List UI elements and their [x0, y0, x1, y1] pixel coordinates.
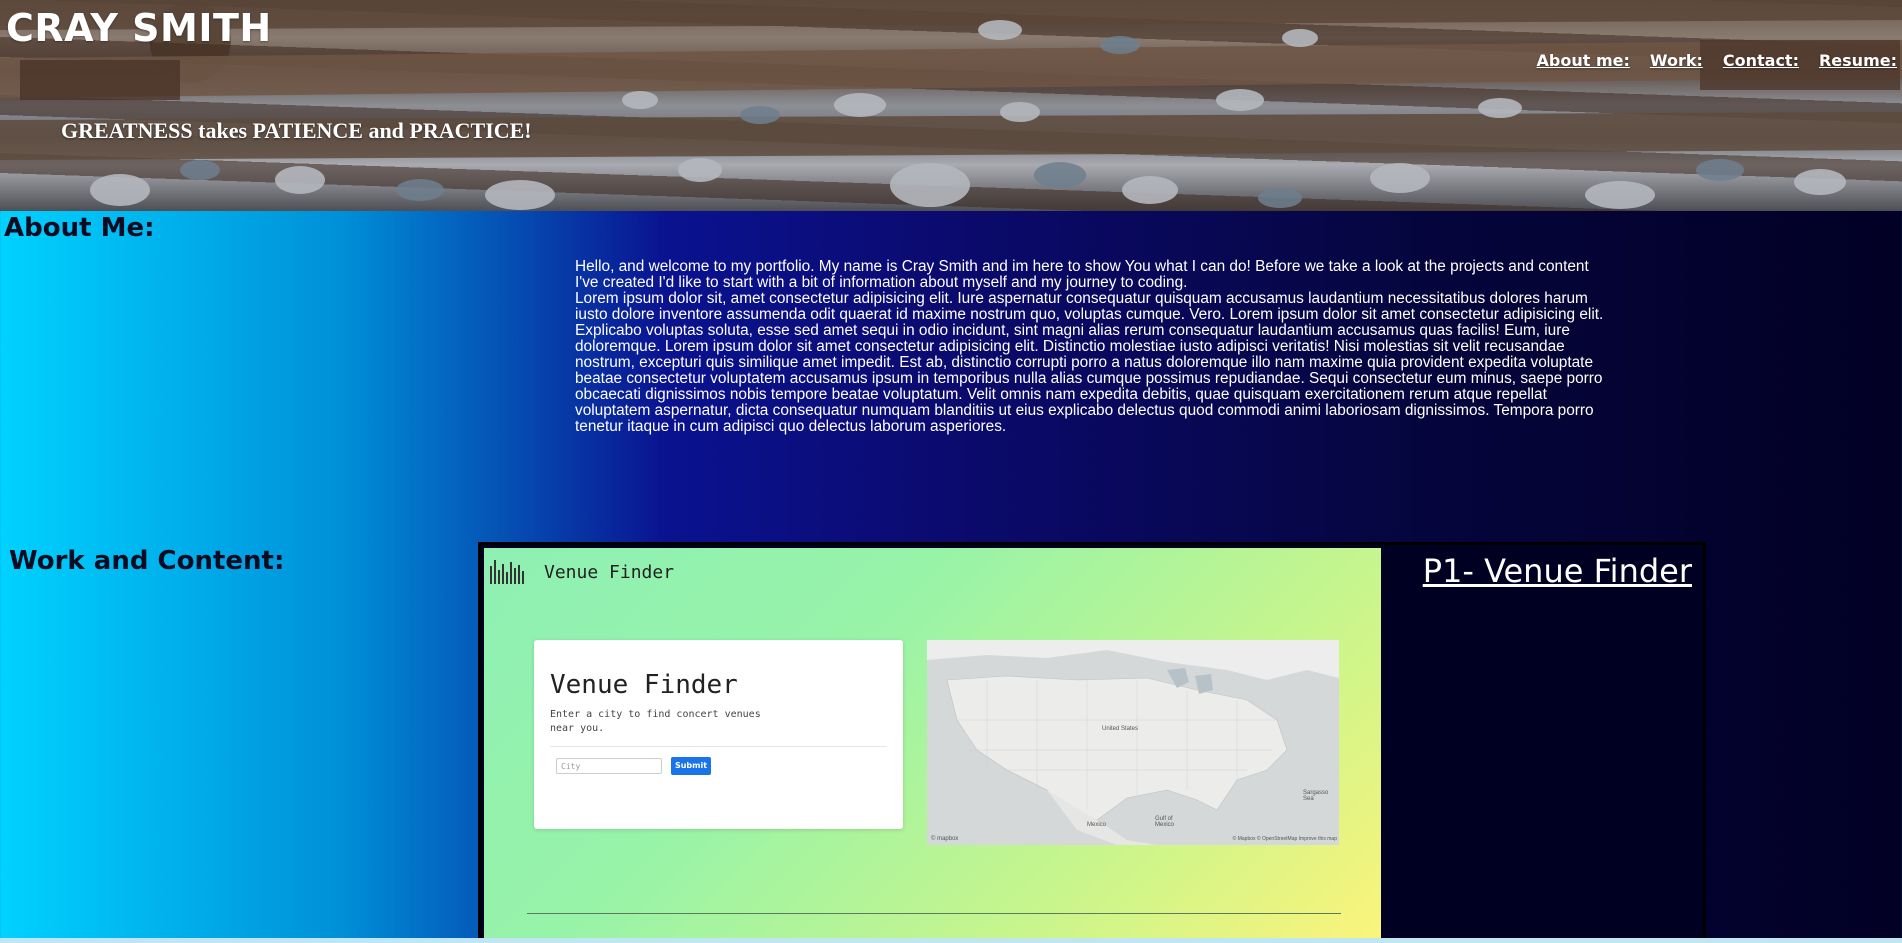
map-label-gulf: Gulf of Mexico: [1155, 816, 1175, 828]
venue-card-divider: [550, 746, 887, 747]
venue-finder-brand: Venue Finder: [544, 562, 675, 583]
venue-card-subtitle: Enter a city to find concert venues near…: [550, 709, 761, 734]
project-screenshot[interactable]: Venue Finder Venue Finder Enter a city t…: [484, 548, 1381, 943]
map-attribution: © Mapbox © OpenStreetMap Improve this ma…: [1232, 836, 1337, 842]
project-card: Venue Finder Venue Finder Enter a city t…: [478, 542, 1706, 943]
screenshot-divider: [527, 913, 1341, 914]
about-intro: Hello, and welcome to my portfolio. My n…: [575, 258, 1589, 291]
about-text: Hello, and welcome to my portfolio. My n…: [575, 259, 1615, 435]
tagline: GREATNESS takes PATIENCE and PRACTICE!: [61, 118, 532, 143]
mapbox-logo: © mapbox: [931, 836, 959, 842]
project-link-venue-finder[interactable]: P1- Venue Finder: [1423, 552, 1692, 590]
submit-button: Submit: [671, 757, 711, 775]
about-heading: About Me:: [4, 213, 155, 243]
map-label-mexico: Mexico: [1087, 822, 1107, 828]
venue-search-card: Venue Finder Enter a city to find concer…: [534, 640, 903, 829]
page-bottom-strip: [0, 938, 1902, 943]
map-label-united-states: United States: [1102, 726, 1139, 732]
site-title: CRAY SMITH: [6, 6, 272, 50]
railroad-track-image: [0, 0, 1902, 210]
nav-link-work[interactable]: Work:: [1650, 51, 1703, 70]
map-graphic: [927, 640, 1339, 845]
city-input: City: [556, 758, 662, 774]
nav-link-contact[interactable]: Contact:: [1723, 51, 1799, 70]
nav-link-about[interactable]: About me:: [1537, 51, 1630, 70]
nav-link-resume[interactable]: Resume:: [1819, 51, 1897, 70]
us-map: United States Mexico Gulf of Mexico Sarg…: [927, 640, 1339, 845]
hero-header: CRAY SMITH GREATNESS takes PATIENCE and …: [0, 0, 1902, 211]
equalizer-logo-icon: [490, 560, 524, 584]
venue-card-title: Venue Finder: [550, 670, 738, 700]
main-nav: About me: Work: Contact: Resume:: [1537, 51, 1897, 70]
about-body: Lorem ipsum dolor sit, amet consectetur …: [575, 290, 1604, 435]
work-heading: Work and Content:: [9, 546, 285, 576]
map-label-sea: Sargasso Sea: [1303, 790, 1329, 802]
